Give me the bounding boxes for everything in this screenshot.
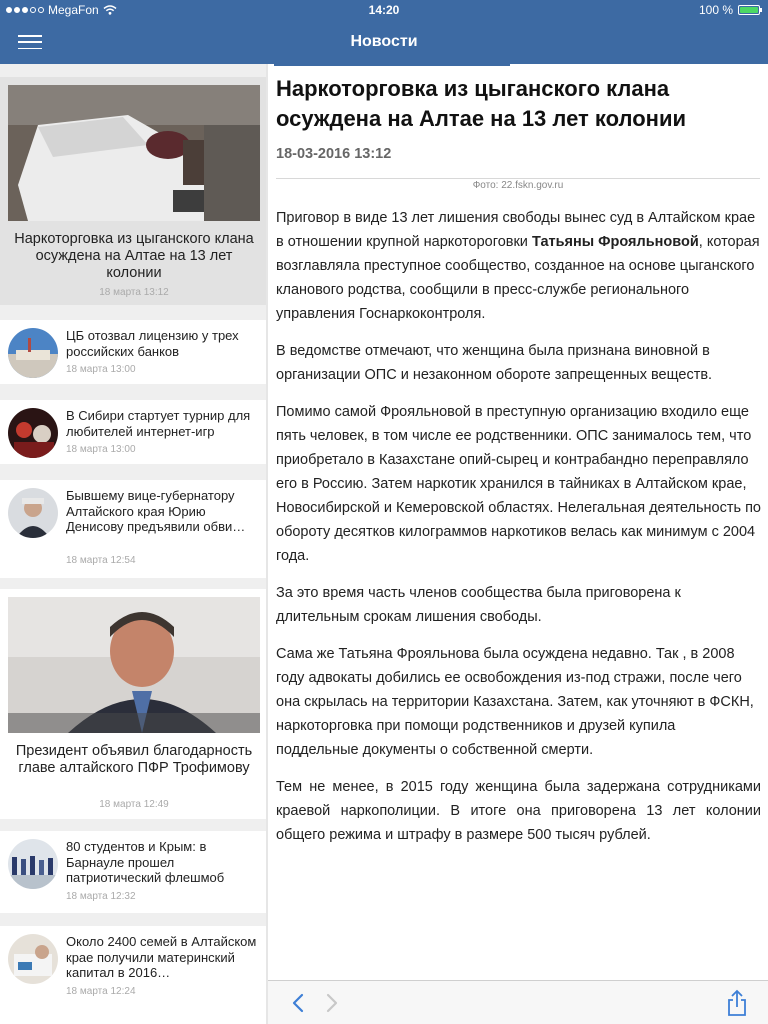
article-view: Наркоторговка из цыганского клана осужде… — [268, 64, 768, 980]
article-date: 18-03-2016 13:12 — [276, 146, 392, 162]
share-icon[interactable] — [726, 989, 748, 1017]
news-item[interactable]: 80 студентов и Крым: в Барнауле прошел п… — [0, 831, 266, 913]
news-thumbnail — [8, 839, 58, 889]
bottom-toolbar — [268, 980, 768, 1024]
article-paragraph: За это время часть членов сообщества был… — [276, 585, 681, 625]
news-item[interactable]: В Сибири стартует турнир для любителей и… — [0, 400, 266, 464]
photo-credit: Фото: 22.fskn.gov.ru — [472, 180, 564, 191]
battery-status: 100 % — [698, 3, 762, 17]
news-list: Наркоторговка из цыганского клана осужде… — [0, 64, 266, 1024]
status-time: 14:20 — [368, 3, 400, 17]
battery-icon — [738, 5, 762, 15]
status-bar: MegaFon 14:20 100 % — [0, 0, 768, 20]
news-title: ЦБ отозвал лицензию у трех российских ба… — [66, 328, 239, 359]
news-thumbnail — [8, 328, 58, 378]
article-body: Приговор в виде 13 лет лишения свободы в… — [276, 206, 761, 860]
news-date: 18 марта 12:24 — [66, 986, 136, 997]
news-date: 18 марта 12:54 — [66, 555, 136, 566]
news-item[interactable]: ЦБ отозвал лицензию у трех российских ба… — [0, 320, 266, 384]
news-title: Президент объявил благодарность главе ал… — [15, 743, 253, 776]
news-item[interactable]: Бывшему вице-губернатору Алтайского края… — [0, 480, 266, 578]
page-title: Новости — [350, 33, 418, 50]
news-image — [8, 85, 260, 221]
news-date: 18 марта 13:12 — [99, 287, 169, 298]
chevron-left-icon[interactable] — [290, 993, 306, 1013]
article-paragraph: Тем не менее, в 2015 году женщина была з… — [276, 779, 761, 843]
news-item[interactable]: Около 2400 семей в Алтайском крае получи… — [0, 926, 266, 1024]
bold-name: Татьяны Фрояльновой — [531, 234, 699, 250]
news-title: В Сибири стартует турнир для любителей и… — [66, 408, 251, 439]
chevron-right-icon[interactable] — [324, 993, 340, 1013]
article-paragraph: Помимо самой Фрояльновой в преступную ор… — [276, 404, 761, 564]
news-image — [8, 597, 260, 733]
news-title: 80 студентов и Крым: в Барнауле прошел п… — [66, 839, 225, 885]
article-paragraph: Сама же Татьяна Фрояльнова была осуждена… — [276, 646, 754, 758]
news-thumbnail — [8, 488, 58, 538]
news-title: Наркоторговка из цыганского клана осужде… — [14, 231, 254, 281]
news-title: Бывшему вице-губернатору Алтайского края… — [66, 488, 246, 534]
article-paragraph: В ведомстве отмечают, что женщина была п… — [276, 343, 713, 383]
news-date: 18 марта 12:32 — [66, 891, 136, 902]
news-date: 18 марта 13:00 — [66, 364, 136, 375]
news-thumbnail — [8, 408, 58, 458]
article-paragraph: Приговор в виде 13 лет лишения свободы в… — [276, 206, 761, 326]
divider — [276, 178, 760, 179]
news-date: 18 марта 13:00 — [66, 444, 136, 455]
news-thumbnail — [8, 934, 58, 984]
battery-percent: 100 % — [698, 3, 733, 17]
scroll-indicator — [274, 64, 510, 66]
news-date: 18 марта 12:49 — [99, 799, 169, 810]
news-card-featured[interactable]: Наркоторговка из цыганского клана осужде… — [0, 77, 266, 305]
news-card-featured[interactable]: Президент объявил благодарность главе ал… — [0, 589, 266, 819]
navigation-bar: Новости — [0, 20, 768, 64]
news-title: Около 2400 семей в Алтайском крае получи… — [66, 934, 257, 980]
article-title: Наркоторговка из цыганского клана осужде… — [276, 76, 686, 131]
